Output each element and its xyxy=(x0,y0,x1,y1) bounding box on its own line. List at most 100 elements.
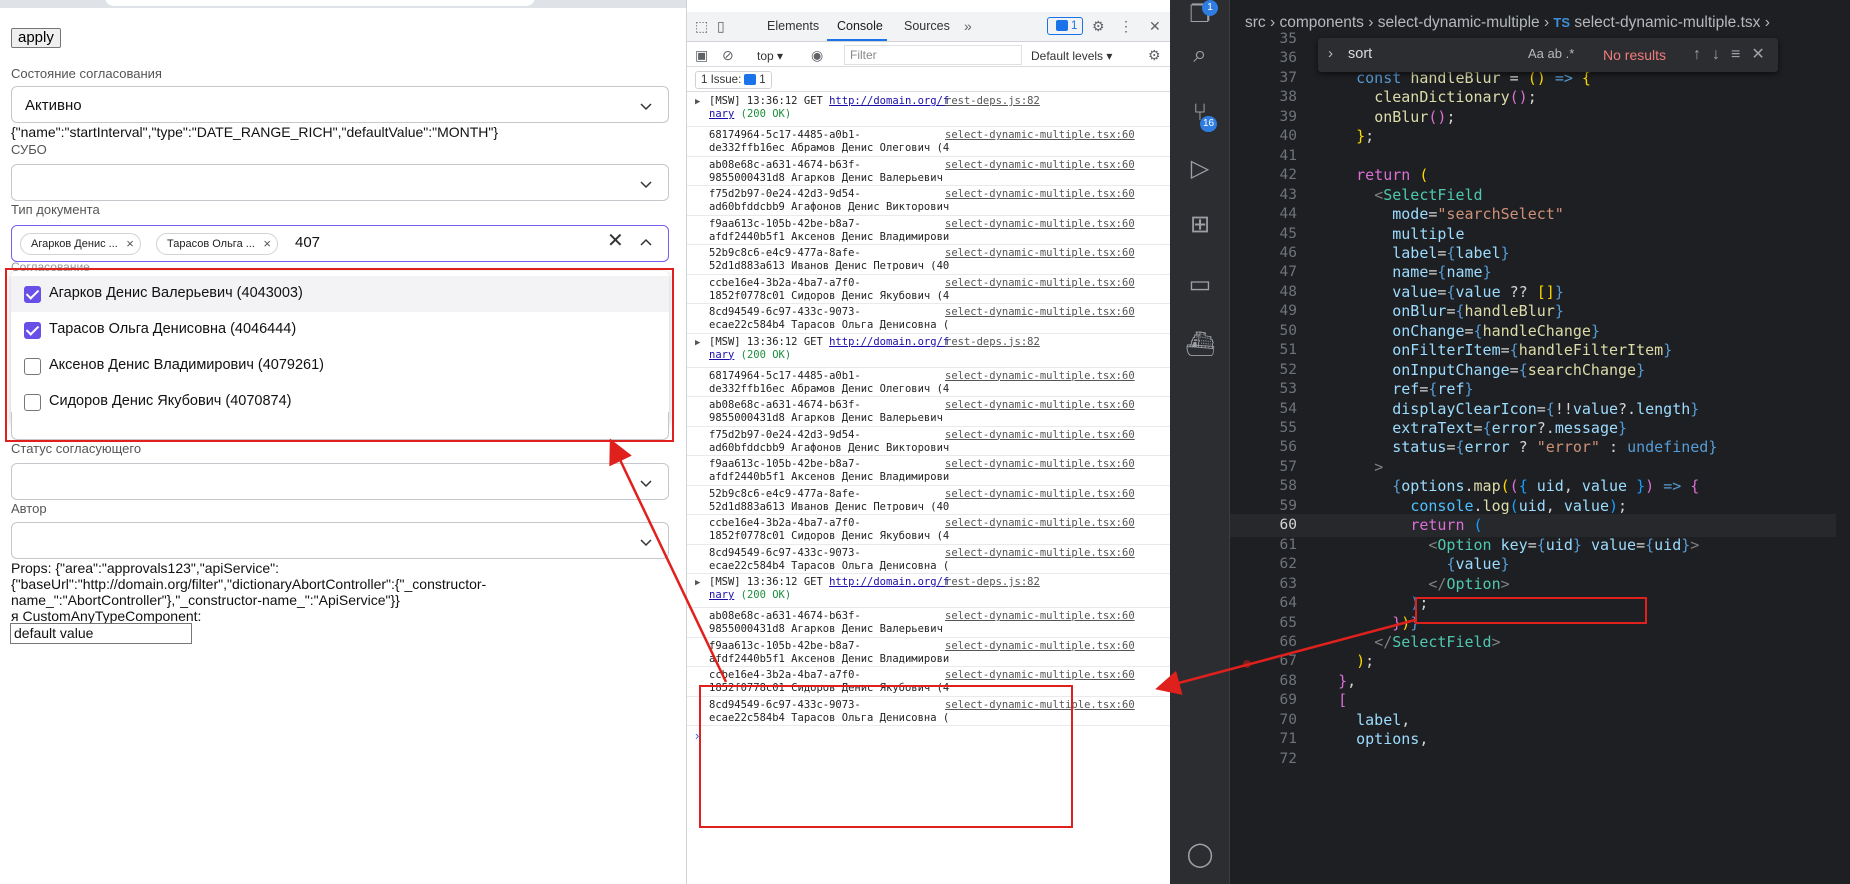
tab-console[interactable]: Console xyxy=(837,19,883,33)
checkbox-checked[interactable] xyxy=(24,322,41,339)
find-options[interactable]: Aa ab .* xyxy=(1528,46,1574,61)
find-nav-icons[interactable]: ↑↓≡✕ xyxy=(1693,44,1776,64)
log-source-link[interactable]: select-dynamic-multiple.tsx:60 xyxy=(945,129,1135,142)
eye-icon[interactable]: ◉ xyxy=(811,47,823,63)
more-tabs-icon[interactable]: » xyxy=(964,18,972,34)
log-url[interactable]: nary xyxy=(709,589,734,601)
log-url[interactable]: http://domain.org/filter/dictio xyxy=(829,95,949,107)
close-icon[interactable]: × xyxy=(263,234,271,254)
approver-status-select[interactable] xyxy=(11,463,669,500)
log-source-link[interactable]: select-dynamic-multiple.tsx:60 xyxy=(945,640,1135,653)
log-url[interactable]: nary xyxy=(709,349,734,361)
log-source-link[interactable]: select-dynamic-multiple.tsx:60 xyxy=(945,669,1135,682)
expand-icon[interactable]: ▶ xyxy=(695,577,700,590)
checkbox[interactable] xyxy=(24,394,41,411)
clear-console-icon[interactable]: ⊘ xyxy=(722,47,734,63)
filter-input[interactable]: Filter xyxy=(844,45,1022,65)
gear-icon[interactable]: ⚙ xyxy=(1148,47,1161,63)
sidebar-toggle-icon[interactable]: ▣ xyxy=(695,47,708,63)
chevron-up-icon[interactable] xyxy=(638,235,654,251)
option-item[interactable]: Аксенов Денис Владимирович (4079261) xyxy=(11,348,669,384)
log-source-link[interactable]: rest-deps.js:82 xyxy=(945,576,1040,589)
log-text: [MSW] 13:36:12 GET http://domain.org/fil… xyxy=(709,336,949,362)
subo-select[interactable] xyxy=(11,164,669,201)
context-select[interactable]: top ▾ xyxy=(757,48,783,64)
chip-selected[interactable]: Агарков Денис ... × xyxy=(20,233,141,255)
log-source-link[interactable]: select-dynamic-multiple.tsx:60 xyxy=(945,699,1135,712)
remote-explorer-icon[interactable]: ▭ xyxy=(1185,270,1215,300)
author-label: Автор xyxy=(11,501,47,516)
msw-request-log[interactable]: ▶ [MSW] 13:36:12 GET http://domain.org/fi… xyxy=(687,93,1170,127)
log-source-link[interactable]: select-dynamic-multiple.tsx:60 xyxy=(945,429,1135,442)
log-text: ab08e68c-a631-4674-b63f- 9855000431d8 Аг… xyxy=(709,399,943,424)
address-bar[interactable] xyxy=(105,0,535,6)
line-number[interactable]: 72 xyxy=(1230,748,1297,771)
author-select[interactable] xyxy=(11,522,669,559)
apply-button[interactable]: apply xyxy=(11,28,61,48)
issue-num: 1 xyxy=(759,74,766,86)
run-debug-icon[interactable]: ▷ xyxy=(1185,154,1215,184)
chip-selected[interactable]: Тарасов Ольга ... × xyxy=(156,233,278,255)
log-source-link[interactable]: rest-deps.js:82 xyxy=(945,95,1040,108)
gear-icon[interactable]: ⚙ xyxy=(1092,18,1105,34)
log-url[interactable]: nary xyxy=(709,108,734,120)
close-icon[interactable]: × xyxy=(126,234,134,254)
expand-icon[interactable]: ▶ xyxy=(695,96,700,109)
close-icon[interactable]: ✕ xyxy=(1149,18,1161,34)
msw-request-log[interactable]: ▶ [MSW] 13:36:12 GET http://domain.org/fi… xyxy=(687,574,1170,608)
clear-icon[interactable]: ✕ xyxy=(607,231,624,251)
expand-icon[interactable]: ▶ xyxy=(695,337,700,350)
search-icon[interactable]: ⌕ xyxy=(1185,40,1215,70)
search-input-text[interactable]: 407 xyxy=(295,234,320,251)
log-source-link[interactable]: select-dynamic-multiple.tsx:60 xyxy=(945,218,1135,231)
tab-elements[interactable]: Elements xyxy=(767,19,819,33)
log-source-link[interactable]: select-dynamic-multiple.tsx:60 xyxy=(945,458,1135,471)
approval-state-select[interactable]: Активно xyxy=(11,86,669,123)
log-source-link[interactable]: select-dynamic-multiple.tsx:60 xyxy=(945,188,1135,201)
minimap[interactable] xyxy=(1836,28,1850,884)
docker-icon[interactable]: ⛴ xyxy=(1185,330,1215,360)
extensions-icon[interactable]: ⊞ xyxy=(1185,210,1215,240)
log-text: 68174964-5c17-4485-a0b1- de332ffb16ec Аб… xyxy=(709,369,949,395)
console-log-row: ab08e68c-a631-4674-b63f- 9855000431d8 Аг… xyxy=(687,397,1170,427)
log-source-link[interactable]: select-dynamic-multiple.tsx:60 xyxy=(945,159,1135,172)
tab-sources[interactable]: Sources xyxy=(904,19,950,33)
issues-counter[interactable]: 1 xyxy=(1047,17,1084,35)
log-source-link[interactable]: select-dynamic-multiple.tsx:60 xyxy=(945,488,1135,501)
code-line[interactable]: 72 xyxy=(1230,748,1850,771)
log-source-link[interactable]: select-dynamic-multiple.tsx:60 xyxy=(945,547,1135,560)
log-url[interactable]: http://domain.org/filter/dictio xyxy=(829,336,949,348)
log-source-link[interactable]: select-dynamic-multiple.tsx:60 xyxy=(945,277,1135,290)
option-item[interactable]: Агарков Денис Валерьевич (4043003) xyxy=(11,276,669,312)
console-log-row: f9aa613c-105b-42be-b8a7- afdf2440b5f1 Ак… xyxy=(687,456,1170,486)
find-result: No results xyxy=(1603,47,1667,63)
custom-value-input[interactable]: default value xyxy=(10,623,192,644)
log-source-link[interactable]: select-dynamic-multiple.tsx:60 xyxy=(945,610,1135,623)
log-url[interactable]: http://domain.org/filter/dictio xyxy=(829,576,949,588)
levels-select[interactable]: Default levels ▾ xyxy=(1031,48,1112,64)
log-source-link[interactable]: select-dynamic-multiple.tsx:60 xyxy=(945,517,1135,530)
device-icon[interactable]: ▯ xyxy=(717,18,725,34)
chevron-right-icon[interactable]: › xyxy=(1328,45,1333,62)
log-source-link[interactable]: select-dynamic-multiple.tsx:60 xyxy=(945,370,1135,383)
checkbox[interactable] xyxy=(24,358,41,375)
inspect-icon[interactable]: ⬚ xyxy=(695,18,708,34)
more-vert-icon[interactable]: ⋮ xyxy=(1119,18,1133,34)
console-prompt[interactable]: › xyxy=(695,728,699,743)
log-source-link[interactable]: select-dynamic-multiple.tsx:60 xyxy=(945,306,1135,319)
issues-link[interactable]: 1 Issue: 1 xyxy=(695,71,772,89)
log-source-link[interactable]: select-dynamic-multiple.tsx:60 xyxy=(945,247,1135,260)
code-editor[interactable]: 35 36 37 const handleBlur = () => {38 clea… xyxy=(1230,28,1850,884)
find-input[interactable]: sort xyxy=(1348,46,1372,62)
doc-type-select[interactable]: Агарков Денис ... × Тарасов Ольга ... × 40… xyxy=(11,225,669,262)
msw-request-log[interactable]: ▶ [MSW] 13:36:12 GET http://domain.org/fi… xyxy=(687,334,1170,368)
checkbox-checked[interactable] xyxy=(24,286,41,303)
log-source-link[interactable]: select-dynamic-multiple.tsx:60 xyxy=(945,399,1135,412)
breakpoint-icon[interactable] xyxy=(1243,660,1251,668)
message-icon xyxy=(1056,20,1068,32)
account-icon[interactable]: ◯ xyxy=(1185,840,1215,870)
option-item[interactable]: Тарасов Ольга Денисовна (4046444) xyxy=(11,312,669,348)
hidden-select[interactable] xyxy=(11,412,669,440)
log-text: 52b9c8c6-e4c9-477a-8afe- 52d1d883a613 Ив… xyxy=(709,247,949,272)
log-source-link[interactable]: rest-deps.js:82 xyxy=(945,336,1040,349)
